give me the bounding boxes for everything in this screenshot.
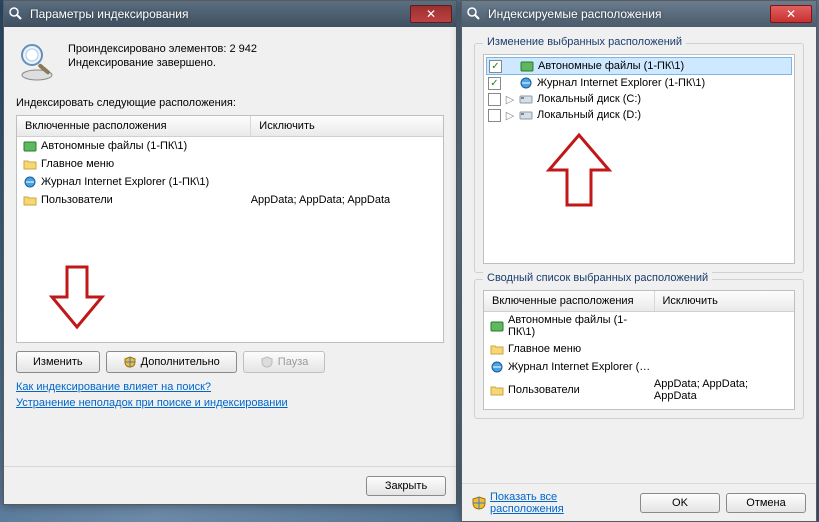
table-row[interactable]: Главное меню [17, 155, 443, 173]
indexing-options-dialog: Параметры индексирования ✕ Проиндексиров… [3, 0, 457, 505]
checkbox-unchecked[interactable] [488, 93, 501, 106]
cell: Журнал Internet Explorer (1-ПК\1) [41, 176, 209, 188]
cell: Главное меню [508, 343, 581, 355]
table-row[interactable]: Автономные файлы (1-ПК\1) [484, 312, 794, 340]
checkbox-checked[interactable]: ✓ [489, 60, 502, 73]
close-button[interactable]: ✕ [770, 5, 812, 23]
tree-label: Локальный диск (C:) [537, 93, 641, 105]
search-gear-icon [8, 6, 24, 22]
ie-icon [519, 76, 533, 90]
shield-icon [123, 355, 137, 369]
group-title: Сводный список выбранных расположений [483, 272, 712, 284]
shield-icon [472, 496, 486, 510]
col-included[interactable]: Включенные расположения [17, 116, 251, 136]
red-arrow-down-icon [47, 262, 107, 332]
magnifier-disk-icon [16, 41, 58, 83]
indexed-locations-dialog: Индексируемые расположения ✕ Изменение в… [461, 0, 817, 522]
table-row[interactable]: Журнал Internet Explorer (… [484, 358, 794, 376]
folder-icon [23, 193, 37, 207]
table-row[interactable]: Пользователи AppData; AppData; AppData [17, 191, 443, 209]
offline-files-icon [23, 139, 37, 153]
expand-icon[interactable]: ▷ [505, 109, 515, 122]
titlebar[interactable]: Индексируемые расположения ✕ [462, 1, 816, 27]
search-gear-icon [466, 6, 482, 22]
col-exclude[interactable]: Исключить [251, 116, 443, 136]
cell: AppData; AppData; AppData [251, 194, 437, 206]
tree-label: Локальный диск (D:) [537, 109, 641, 121]
cell: AppData; AppData; AppData [654, 378, 788, 402]
indexing-complete: Индексирование завершено. [68, 57, 257, 69]
shield-icon [260, 355, 274, 369]
locations-label: Индексировать следующие расположения: [16, 97, 444, 109]
cell: Пользователи [41, 194, 113, 206]
folder-icon [490, 342, 504, 356]
dialog-body: Изменение выбранных расположений ✓ Автон… [462, 27, 816, 435]
cancel-button[interactable]: Отмена [726, 493, 806, 513]
col-exclude[interactable]: Исключить [655, 291, 795, 311]
tree-item[interactable]: ✓ Автономные файлы (1-ПК\1) [486, 57, 792, 75]
disk-icon [519, 108, 533, 122]
ok-button[interactable]: OK [640, 493, 720, 513]
dialog-body: Проиндексировано элементов: 2 942 Индекс… [4, 27, 456, 423]
offline-files-icon [490, 319, 504, 333]
close-dialog-button[interactable]: Закрыть [366, 476, 446, 496]
tree-item[interactable]: ▷ Локальный диск (D:) [486, 107, 792, 123]
tree-label: Автономные файлы (1-ПК\1) [538, 60, 684, 72]
table-row[interactable]: Пользователи AppData; AppData; AppData [484, 376, 794, 404]
summary-table: Включенные расположения Исключить Автоно… [483, 290, 795, 410]
pause-button: Пауза [243, 351, 326, 373]
help-link-how[interactable]: Как индексирование влияет на поиск? [16, 381, 444, 393]
ie-icon [490, 360, 504, 374]
help-link-troubleshoot[interactable]: Устранение неполадок при поиске и индекс… [16, 397, 444, 409]
summary-group: Сводный список выбранных расположений Вк… [474, 279, 804, 419]
cell: Пользователи [508, 384, 580, 396]
tree-item[interactable]: ✓ Журнал Internet Explorer (1-ПК\1) [486, 75, 792, 91]
change-locations-group: Изменение выбранных расположений ✓ Автон… [474, 43, 804, 273]
expand-icon[interactable]: ▷ [505, 93, 515, 106]
show-all-locations-link[interactable]: Показать все расположения [490, 491, 632, 515]
cell: Главное меню [41, 158, 114, 170]
cell: Журнал Internet Explorer (… [508, 361, 650, 373]
col-included[interactable]: Включенные расположения [484, 291, 655, 311]
folder-icon [23, 157, 37, 171]
dialog-title: Параметры индексирования [30, 7, 410, 21]
ie-icon [23, 175, 37, 189]
dialog-title: Индексируемые расположения [488, 7, 770, 21]
status-text: Проиндексировано элементов: 2 942 Индекс… [68, 41, 257, 71]
cell: Автономные файлы (1-ПК\1) [508, 314, 654, 338]
checkbox-unchecked[interactable] [488, 109, 501, 122]
folder-icon [490, 383, 504, 397]
locations-table: Включенные расположения Исключить Автоно… [16, 115, 444, 343]
table-row[interactable]: Журнал Internet Explorer (1-ПК\1) [17, 173, 443, 191]
tree-item[interactable]: ▷ Локальный диск (C:) [486, 91, 792, 107]
titlebar[interactable]: Параметры индексирования ✕ [4, 1, 456, 27]
cell: Автономные файлы (1-ПК\1) [41, 140, 187, 152]
tree-label: Журнал Internet Explorer (1-ПК\1) [537, 77, 705, 89]
advanced-button[interactable]: Дополнительно [106, 351, 237, 373]
table-row[interactable]: Автономные файлы (1-ПК\1) [17, 137, 443, 155]
modify-button[interactable]: Изменить [16, 351, 100, 373]
close-button[interactable]: ✕ [410, 5, 452, 23]
table-row[interactable]: Главное меню [484, 340, 794, 358]
disk-icon [519, 92, 533, 106]
checkbox-checked[interactable]: ✓ [488, 77, 501, 90]
red-arrow-up-icon [544, 130, 614, 210]
offline-files-icon [520, 59, 534, 73]
group-title: Изменение выбранных расположений [483, 36, 686, 48]
indexed-count: Проиндексировано элементов: 2 942 [68, 43, 257, 55]
locations-tree[interactable]: ✓ Автономные файлы (1-ПК\1) ✓ Журнал Int… [483, 54, 795, 264]
